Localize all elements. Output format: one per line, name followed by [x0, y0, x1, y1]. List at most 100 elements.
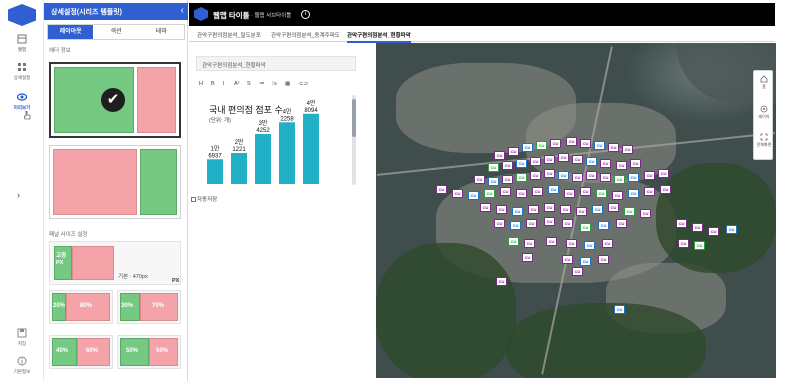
store-marker[interactable]: CU	[580, 187, 591, 196]
size-option-20-80[interactable]: 20% 80%	[49, 290, 113, 324]
store-marker[interactable]: CU	[614, 175, 625, 184]
view-tab-flow[interactable]: 관악구편의점분석_동계주파도	[271, 31, 340, 39]
store-marker[interactable]: CU	[494, 219, 505, 228]
store-marker[interactable]: CU	[516, 173, 527, 182]
store-marker[interactable]: CU	[586, 171, 597, 180]
store-marker[interactable]: CU	[530, 171, 541, 180]
store-marker[interactable]: CU	[488, 177, 499, 186]
toolbar-button-1[interactable]: B	[211, 81, 215, 87]
store-marker[interactable]: CU	[502, 161, 513, 170]
store-marker[interactable]: CU	[644, 187, 655, 196]
store-marker[interactable]: CU	[508, 147, 519, 156]
store-marker[interactable]: CU	[628, 189, 639, 198]
auto-save-checkbox[interactable]: 자동저장	[191, 195, 217, 203]
toolbar-button-2[interactable]: I	[223, 81, 225, 87]
store-marker[interactable]: CU	[608, 203, 619, 212]
store-marker[interactable]: CU	[622, 145, 633, 154]
store-marker[interactable]: CU	[572, 155, 583, 164]
store-marker[interactable]: CU	[612, 191, 623, 200]
store-marker[interactable]: CU	[558, 171, 569, 180]
store-marker[interactable]: CU	[484, 189, 495, 198]
store-marker[interactable]: CU	[584, 241, 595, 250]
store-marker[interactable]: CU	[532, 187, 543, 196]
store-marker[interactable]: CU	[494, 151, 505, 160]
store-marker[interactable]: CU	[616, 219, 627, 228]
store-marker[interactable]: CU	[694, 241, 705, 250]
store-marker[interactable]: CU	[598, 255, 609, 264]
store-marker[interactable]: CU	[580, 257, 591, 266]
store-marker[interactable]: CU	[630, 159, 641, 168]
store-marker[interactable]: CU	[558, 153, 569, 162]
store-marker[interactable]: CU	[522, 143, 533, 152]
store-marker[interactable]: CU	[692, 223, 703, 232]
expand-arrow-icon[interactable]: ›	[17, 190, 20, 200]
store-marker[interactable]: CU	[496, 205, 507, 214]
rail-item-detail-settings[interactable]: 상세설정	[0, 62, 44, 81]
store-marker[interactable]: CU	[536, 141, 547, 150]
tab-layout[interactable]: 레이아웃	[48, 25, 94, 39]
store-marker[interactable]: CU	[566, 239, 577, 248]
toolbar-button-4[interactable]: S	[247, 81, 251, 87]
store-marker[interactable]: CU	[436, 185, 447, 194]
store-marker[interactable]: CU	[580, 223, 591, 232]
store-marker[interactable]: CU	[500, 187, 511, 196]
store-marker[interactable]: CU	[614, 305, 625, 314]
map-fullscreen-button[interactable]: 전체화면	[754, 133, 774, 148]
store-marker[interactable]: CU	[564, 189, 575, 198]
rail-item-basic-info[interactable]: 기본정보	[0, 356, 44, 375]
app-logo-icon[interactable]	[8, 4, 36, 26]
store-marker[interactable]: CU	[548, 185, 559, 194]
view-tab-status[interactable]: 관악구편의점분석_현황파악	[347, 31, 411, 43]
store-marker[interactable]: CU	[516, 159, 527, 168]
store-marker[interactable]: CU	[640, 209, 651, 218]
toolbar-button-3[interactable]: A²	[234, 81, 240, 87]
store-marker[interactable]: CU	[600, 159, 611, 168]
toolbar-button-7[interactable]: ▦	[285, 81, 290, 87]
store-marker[interactable]: CU	[676, 219, 687, 228]
store-marker[interactable]: CU	[598, 221, 609, 230]
chart-scrollbar[interactable]	[352, 95, 356, 185]
store-marker[interactable]: CU	[544, 203, 555, 212]
rail-item-webmap[interactable]: 웹맵	[0, 34, 44, 53]
store-marker[interactable]: CU	[678, 239, 689, 248]
toolbar-button-5[interactable]: ≔	[259, 81, 265, 87]
store-marker[interactable]: CU	[580, 139, 591, 148]
store-marker[interactable]: CU	[524, 239, 535, 248]
satellite-map[interactable]: CU CU CU CU CU CU CU CU CU CU CU CU CU CU CU CU CU CU CU CU…	[376, 43, 776, 378]
checkbox-box[interactable]	[191, 197, 196, 202]
store-marker[interactable]: CU	[596, 189, 607, 198]
store-marker[interactable]: CU	[562, 219, 573, 228]
store-marker[interactable]: CU	[550, 139, 561, 148]
info-icon[interactable]: i	[301, 10, 310, 19]
store-marker[interactable]: CU	[600, 173, 611, 182]
view-tab-density[interactable]: 관악구편의점분석_밀도분포	[197, 31, 261, 39]
store-marker[interactable]: CU	[508, 237, 519, 246]
layout-option-1[interactable]: ✔	[49, 62, 181, 138]
map-home-button[interactable]: 홈	[754, 75, 774, 90]
store-marker[interactable]: CU	[452, 189, 463, 198]
size-option-fixed[interactable]: 고정 PX 기본 : 470px PX	[49, 241, 181, 285]
store-marker[interactable]: CU	[708, 227, 719, 236]
layout-option-2[interactable]	[49, 145, 181, 219]
store-marker[interactable]: CU	[474, 175, 485, 184]
store-marker[interactable]: CU	[594, 141, 605, 150]
size-option-30-70[interactable]: 30% 70%	[117, 290, 181, 324]
store-marker[interactable]: CU	[488, 163, 499, 172]
store-marker[interactable]: CU	[586, 157, 597, 166]
tab-theme[interactable]: 테마	[139, 25, 184, 39]
map-layer-button[interactable]: 레이어	[754, 105, 774, 120]
store-marker[interactable]: CU	[510, 221, 521, 230]
size-option-40-60[interactable]: 40% 60%	[49, 335, 113, 369]
size-option-50-50[interactable]: 50% 50%	[117, 335, 181, 369]
store-marker[interactable]: CU	[516, 189, 527, 198]
store-marker[interactable]: CU	[562, 255, 573, 264]
store-marker[interactable]: CU	[526, 219, 537, 228]
store-marker[interactable]: CU	[496, 277, 507, 286]
rail-item-save[interactable]: 저장	[0, 328, 44, 347]
store-marker[interactable]: CU	[480, 203, 491, 212]
store-marker[interactable]: CU	[628, 173, 639, 182]
store-marker[interactable]: CU	[572, 173, 583, 182]
store-marker[interactable]: CU	[572, 267, 583, 276]
store-marker[interactable]: CU	[546, 237, 557, 246]
store-marker[interactable]: CU	[602, 239, 613, 248]
